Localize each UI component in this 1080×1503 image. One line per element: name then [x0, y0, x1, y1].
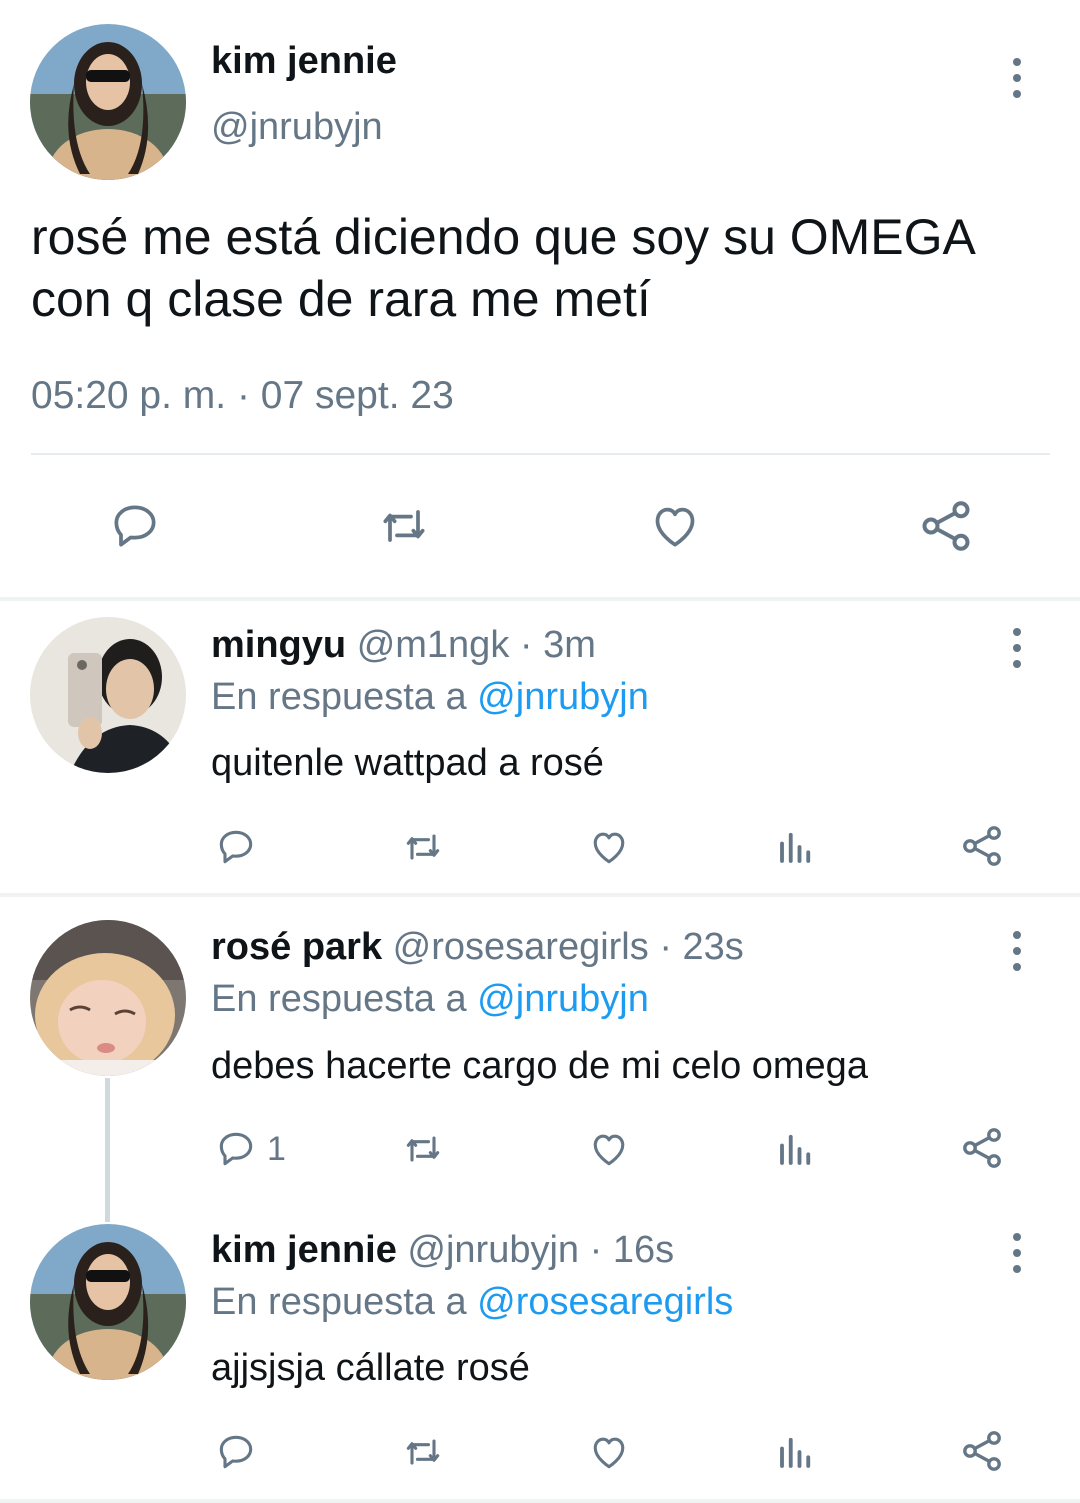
avatar-photo-rose: [30, 920, 186, 1076]
reply-icon: [219, 1132, 253, 1166]
retweet-button[interactable]: [396, 1430, 450, 1474]
more-options-icon[interactable]: [1002, 1231, 1032, 1275]
reply-text: quitenle wattpad a rosé: [211, 742, 604, 784]
reply-author-name[interactable]: rosé park: [211, 926, 382, 968]
analytics-button[interactable]: [774, 1128, 818, 1170]
author-name[interactable]: kim jennie: [211, 40, 397, 83]
analytics-icon: [780, 1437, 811, 1468]
reply-mention-link[interactable]: @rosesaregirls: [477, 1281, 733, 1323]
thread-connector: [105, 1078, 110, 1222]
divider: [31, 453, 1050, 455]
reply-time: · 23s: [659, 926, 744, 968]
reply-context: En respuesta a @jnrubyjn: [211, 978, 649, 1021]
reply-author-name[interactable]: kim jennie: [211, 1229, 397, 1271]
reply-prefix: En respuesta a: [211, 1281, 467, 1323]
avatar-photo-jennie: [30, 1224, 186, 1380]
avatar-photo-jennie: [30, 24, 186, 180]
analytics-icon: [780, 1134, 811, 1165]
section-divider: [0, 597, 1080, 601]
avatar-photo-mingyu: [30, 617, 186, 773]
reply-text: debes hacerte cargo de mi celo omega: [211, 1045, 868, 1087]
reply-context: En respuesta a @rosesaregirls: [211, 1281, 733, 1324]
share-icon: [963, 1431, 1001, 1471]
reply-prefix: En respuesta a: [211, 978, 467, 1020]
retweet-button[interactable]: [372, 498, 436, 554]
analytics-button[interactable]: [774, 826, 818, 868]
reply-author-handle[interactable]: @m1ngk: [357, 624, 510, 666]
share-icon: [963, 826, 1001, 866]
share-button[interactable]: [958, 1124, 1006, 1172]
reply-avatar[interactable]: [30, 617, 186, 773]
like-button[interactable]: [585, 1430, 633, 1474]
reply-count: 1: [267, 1129, 286, 1168]
tweet-text: rosé me está diciendo que soy su OMEGA c…: [31, 209, 974, 327]
share-button[interactable]: [958, 1427, 1006, 1475]
like-button[interactable]: [585, 825, 633, 869]
share-button[interactable]: [916, 496, 976, 556]
more-options-icon[interactable]: [1002, 626, 1032, 670]
reply-button[interactable]: 1: [213, 1127, 286, 1171]
reply-time: · 16s: [589, 1229, 675, 1271]
section-divider: [0, 1499, 1080, 1503]
retweet-icon: [406, 1136, 440, 1162]
share-icon: [963, 1128, 1001, 1168]
reply-text: ajjsjsja cállate rosé: [211, 1347, 530, 1389]
retweet-icon: [406, 834, 440, 860]
share-button[interactable]: [958, 822, 1006, 870]
retweet-button[interactable]: [396, 1127, 450, 1171]
retweet-icon: [406, 1439, 440, 1465]
author-handle[interactable]: @jnrubyjn: [211, 106, 383, 149]
retweet-icon: [383, 510, 425, 542]
main-tweet: kim jennie @jnrubyjn rosé me está dicien…: [0, 0, 1080, 600]
reply-avatar[interactable]: [30, 920, 186, 1076]
reply-icon: [219, 1435, 253, 1469]
reply-author-name[interactable]: mingyu: [211, 624, 346, 666]
reply-button[interactable]: [213, 825, 259, 869]
reply-avatar[interactable]: [30, 1224, 186, 1380]
reply-mention-link[interactable]: @jnrubyjn: [477, 676, 649, 718]
reply-time: · 3m: [519, 624, 596, 666]
share-icon: [922, 501, 970, 551]
reply-author-handle[interactable]: @jnrubyjn: [407, 1229, 579, 1271]
like-icon: [593, 832, 625, 864]
like-button[interactable]: [646, 498, 704, 554]
section-divider: [0, 893, 1080, 897]
like-icon: [593, 1134, 625, 1166]
reply-button[interactable]: [213, 1430, 259, 1474]
reply-button[interactable]: [106, 498, 164, 554]
reply-header: rosé park @rosesaregirls · 23s: [211, 926, 744, 969]
reply-icon: [219, 830, 253, 864]
like-button[interactable]: [585, 1127, 633, 1171]
reply-header: mingyu @m1ngk · 3m: [211, 624, 596, 667]
reply-author-handle[interactable]: @rosesaregirls: [393, 926, 649, 968]
retweet-button[interactable]: [396, 825, 450, 869]
author-avatar[interactable]: [30, 24, 186, 180]
more-options-icon[interactable]: [1002, 56, 1032, 100]
more-options-icon[interactable]: [1002, 929, 1032, 973]
reply-header: kim jennie @jnrubyjn · 16s: [211, 1229, 674, 1272]
reply-context: En respuesta a @jnrubyjn: [211, 676, 649, 719]
like-icon: [655, 507, 695, 547]
reply-mention-link[interactable]: @jnrubyjn: [477, 978, 649, 1020]
reply-prefix: En respuesta a: [211, 676, 467, 718]
tweet-timestamp: 05:20 p. m. · 07 sept. 23: [31, 374, 454, 417]
analytics-button[interactable]: [774, 1431, 818, 1473]
reply-icon: [114, 505, 156, 547]
like-icon: [593, 1437, 625, 1469]
analytics-icon: [780, 832, 811, 863]
